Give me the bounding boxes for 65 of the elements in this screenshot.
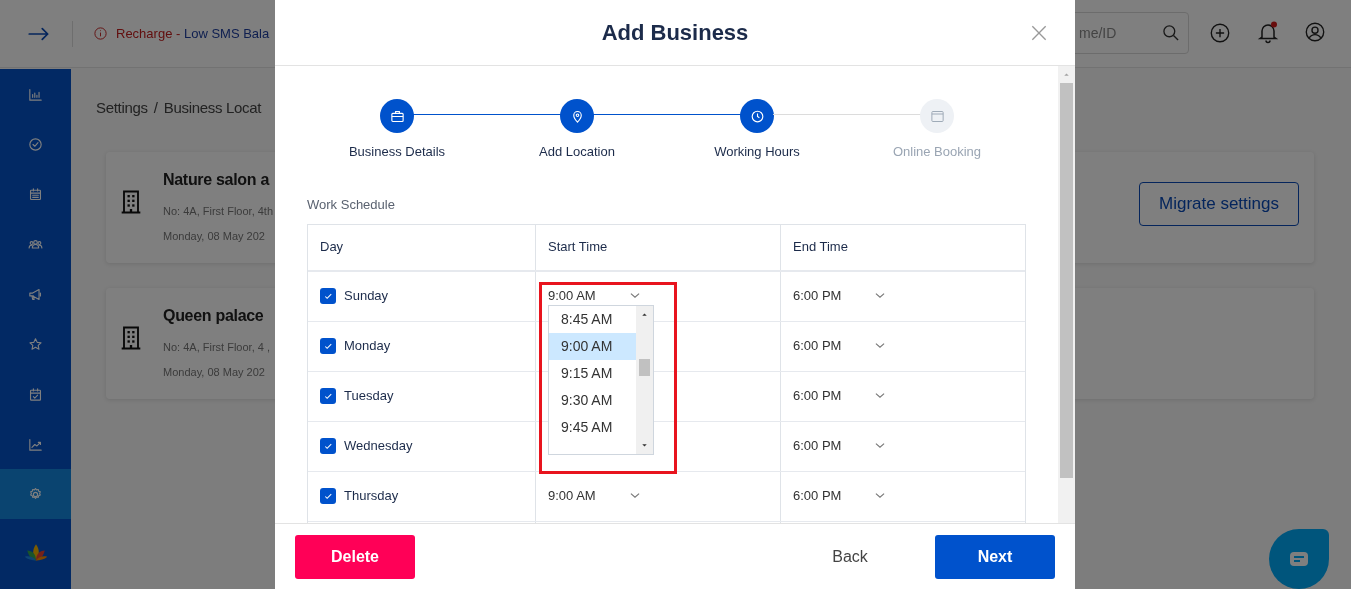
location-address: No: 4A, First Floor, 4th	[163, 204, 274, 219]
window-icon	[929, 108, 945, 124]
day-checkbox[interactable]	[320, 288, 336, 304]
dropdown-scrollbar-thumb[interactable]	[639, 358, 651, 376]
time-select[interactable]: 9:00 AM	[548, 486, 648, 506]
star-icon	[27, 335, 44, 353]
time-select[interactable]: 6:00 PM	[793, 386, 893, 406]
day-label: Tuesday	[344, 387, 394, 406]
next-button[interactable]: Next	[935, 534, 1055, 579]
user-account-icon[interactable]	[1304, 21, 1326, 43]
search-icon[interactable]	[1161, 23, 1181, 43]
location-name: Queen palace	[163, 306, 264, 326]
dialog-title: Add Business	[601, 19, 749, 47]
section-title: Work Schedule	[307, 196, 396, 214]
back-button[interactable]: Back	[815, 534, 885, 579]
close-icon[interactable]	[1029, 23, 1049, 43]
notification-bell-icon[interactable]	[1256, 20, 1280, 44]
day-checkbox[interactable]	[320, 338, 336, 354]
scrollbar[interactable]	[1058, 66, 1075, 523]
dropdown-option[interactable]: 8:45 AM	[549, 305, 637, 333]
breadcrumb-separator: /	[153, 98, 158, 118]
dropdown-option[interactable]: 9:00 AM	[549, 332, 637, 360]
chat-launcher-button[interactable]	[1269, 529, 1329, 589]
scroll-up-arrow-icon[interactable]	[640, 310, 650, 317]
clock-icon	[749, 108, 765, 124]
column-header: Start Time	[548, 238, 608, 257]
day-checkbox[interactable]	[320, 388, 336, 404]
calendar-icon	[27, 185, 44, 203]
info-icon	[93, 26, 108, 41]
time-select[interactable]: 9:00 AM	[548, 286, 648, 306]
low-balance-alert[interactable]: Recharge - Low SMS Bala	[116, 23, 270, 44]
step-label[interactable]: Working Hours	[714, 142, 800, 162]
dropdown-option[interactable]: 9:30 AM	[549, 386, 637, 414]
day-label: Monday	[344, 337, 391, 356]
migrate-settings-button[interactable]: Migrate settings	[1139, 182, 1299, 226]
time-select[interactable]: 6:00 PM	[793, 286, 893, 306]
time-select[interactable]: 6:00 PM	[793, 336, 893, 356]
dropdown-option[interactable]: 9:15 AM	[549, 359, 637, 387]
column-header: Day	[320, 238, 344, 257]
dropdown-option[interactable]: 9:45 AM	[549, 413, 637, 441]
day-label: Wednesday	[344, 437, 413, 456]
briefcase-icon	[389, 108, 405, 124]
location-date: Monday, 08 May 202	[163, 229, 265, 244]
step-label[interactable]: Business Details	[348, 142, 446, 162]
delete-button[interactable]: Delete	[295, 534, 415, 579]
breadcrumb-item[interactable]: Settings	[96, 97, 148, 120]
time-select[interactable]: 6:00 PM	[793, 486, 893, 506]
step-label[interactable]: Add Location	[539, 142, 615, 162]
breadcrumb-item[interactable]: Business Locat	[163, 97, 262, 120]
day-checkbox[interactable]	[320, 488, 336, 504]
location-date: Monday, 08 May 202	[163, 365, 265, 380]
add-icon[interactable]	[1209, 22, 1231, 44]
scrollbar-thumb[interactable]	[1060, 83, 1073, 478]
day-label: Sunday	[344, 287, 389, 306]
dropdown-scrollbar[interactable]	[636, 305, 653, 454]
check-circle-icon	[27, 135, 44, 153]
scroll-down-arrow-icon[interactable]	[640, 442, 650, 449]
calendar-check-icon	[27, 385, 44, 403]
day-checkbox[interactable]	[320, 438, 336, 454]
column-header: End Time	[793, 238, 848, 257]
sidebar-item[interactable]	[0, 469, 71, 519]
location-address: No: 4A, First Floor, 4 ,	[163, 340, 270, 355]
day-label: Thursday	[344, 487, 399, 506]
time-select[interactable]: 6:00 PM	[793, 436, 893, 456]
location-name: Nature salon a	[163, 170, 270, 190]
